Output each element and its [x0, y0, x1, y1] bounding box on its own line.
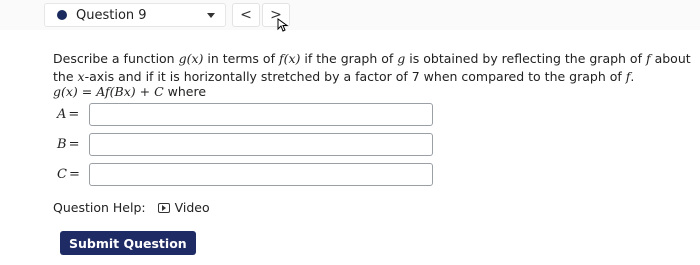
answer-row-c: C =	[57, 162, 87, 186]
question-text: Describe a function g(x) in terms of f(x…	[53, 51, 691, 84]
where-text: where	[163, 84, 207, 99]
answer-a-input[interactable]	[89, 103, 433, 126]
label-a: A =	[57, 106, 80, 122]
question-label: Question 9	[76, 7, 147, 23]
equation-line: g(x) = Af(Bx) + C where	[53, 84, 206, 99]
video-label: Video	[174, 200, 210, 215]
video-link[interactable]: Video	[157, 200, 210, 215]
submit-question-button[interactable]: Submit Question	[60, 231, 196, 255]
mouse-cursor-icon	[277, 18, 289, 32]
video-play-icon	[157, 202, 170, 213]
equation: g(x) = Af(Bx) + C	[53, 84, 164, 99]
answer-c-input[interactable]	[89, 163, 433, 186]
question-help-label: Question Help:	[53, 200, 146, 215]
previous-question-button[interactable]: <	[232, 3, 260, 27]
answer-row-a: A =	[57, 102, 87, 126]
question-help: Question Help: Video	[53, 200, 210, 215]
answer-b-input[interactable]	[89, 133, 433, 156]
answer-row-b: B =	[57, 132, 87, 156]
label-c: C =	[57, 166, 80, 182]
label-b: B =	[57, 136, 80, 152]
chevron-down-icon	[207, 13, 215, 18]
question-nav-bar: Question 9 < >	[0, 0, 700, 32]
question-select[interactable]: Question 9	[44, 3, 226, 27]
status-dot-icon	[57, 10, 67, 20]
